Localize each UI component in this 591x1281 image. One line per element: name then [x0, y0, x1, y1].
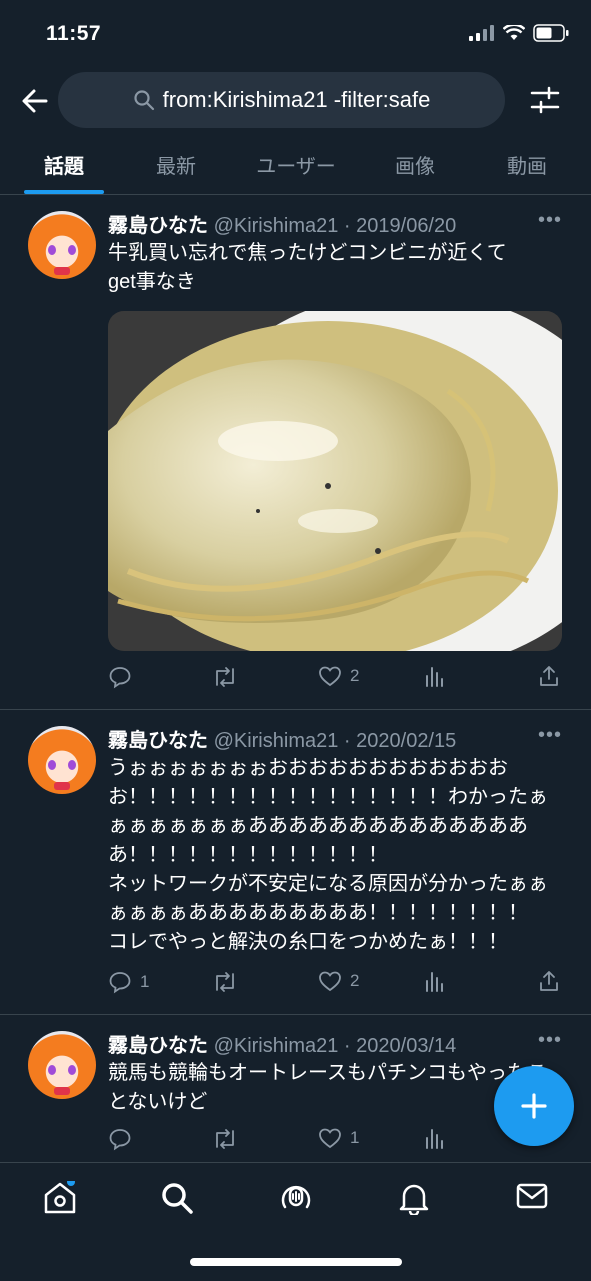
- pasta-photo: [108, 311, 562, 651]
- tab-active-indicator: [24, 190, 104, 194]
- search-filter-button[interactable]: [530, 86, 560, 119]
- analytics-icon: [426, 972, 443, 992]
- reply-icon: [109, 972, 131, 994]
- tweet-date[interactable]: 2019/06/20: [356, 215, 456, 237]
- tweet-actions: 1: [108, 1127, 562, 1157]
- retweet-icon: [216, 972, 234, 992]
- heart-icon: [319, 1128, 341, 1149]
- reply-icon: [109, 1129, 131, 1151]
- home-indicator: [190, 1258, 402, 1266]
- reply-button[interactable]: [108, 1127, 140, 1151]
- status-time: 11:57: [46, 22, 102, 45]
- tweet[interactable]: 霧島ひなた @Kirishima21 · 2020/02/15 ••• うぉぉぉ…: [0, 710, 591, 1015]
- search-tabs: 話題 最新 ユーザー 画像 動画: [0, 140, 591, 195]
- like-button[interactable]: 2: [318, 665, 359, 687]
- retweet-icon: [216, 667, 234, 687]
- like-button[interactable]: 1: [318, 1127, 359, 1149]
- bell-icon: [399, 1184, 429, 1217]
- tweet-header: 霧島ひなた @Kirishima21 · 2020/03/14: [108, 1035, 457, 1057]
- retweet-button[interactable]: [212, 665, 246, 689]
- search-query: from:Kirishima21 -filter:safe: [162, 87, 431, 112]
- plus-icon: [521, 1093, 547, 1119]
- nav-spaces[interactable]: [279, 1181, 313, 1220]
- analytics-icon: [426, 667, 443, 687]
- wifi-icon: [503, 25, 525, 40]
- analytics-icon: [426, 1129, 443, 1149]
- status-icons: [469, 24, 569, 42]
- mail-icon: [516, 1183, 548, 1209]
- reply-button[interactable]: [108, 665, 140, 689]
- compose-tweet-button[interactable]: [494, 1066, 574, 1146]
- reply-button[interactable]: 1: [108, 970, 149, 994]
- tweet-image[interactable]: [108, 311, 562, 651]
- tab-latest[interactable]: 最新: [156, 150, 196, 179]
- search-input[interactable]: from:Kirishima21 -filter:safe: [58, 72, 505, 128]
- analytics-button[interactable]: [424, 665, 446, 687]
- retweet-icon: [216, 1129, 234, 1149]
- author-name[interactable]: 霧島ひなた: [108, 215, 208, 237]
- nav-messages[interactable]: [516, 1181, 548, 1216]
- share-button[interactable]: [538, 970, 560, 992]
- tab-videos[interactable]: 動画: [507, 150, 547, 179]
- share-button[interactable]: [538, 665, 560, 687]
- avatar[interactable]: [28, 726, 96, 794]
- battery-icon: [533, 24, 569, 42]
- author-handle[interactable]: @Kirishima21: [214, 730, 339, 752]
- tweet-text: 競馬も競輪もオートレースもパチンコもやったことないけど: [108, 1062, 547, 1113]
- signal-icon: [469, 25, 494, 41]
- nav-search[interactable]: [160, 1181, 194, 1220]
- more-options-icon[interactable]: •••: [538, 1029, 562, 1052]
- author-name[interactable]: 霧島ひなた: [108, 730, 208, 752]
- analytics-button[interactable]: [424, 970, 446, 992]
- heart-icon: [319, 971, 341, 992]
- author-handle[interactable]: @Kirishima21: [214, 215, 339, 237]
- more-options-icon[interactable]: •••: [538, 209, 562, 232]
- tweet-text: 牛乳買い忘れで焦ったけどコンビニが近くて get事なき: [108, 242, 507, 293]
- more-options-icon[interactable]: •••: [538, 724, 562, 747]
- reply-count: 1: [140, 972, 150, 991]
- tweet-date[interactable]: 2020/02/15: [356, 730, 456, 752]
- retweet-button[interactable]: [212, 1127, 246, 1151]
- share-icon: [540, 666, 558, 686]
- tweet-date[interactable]: 2020/03/14: [356, 1035, 456, 1057]
- back-button[interactable]: [20, 86, 50, 116]
- tab-photos[interactable]: 画像: [395, 150, 435, 179]
- spaces-icon: [281, 1185, 311, 1209]
- like-button[interactable]: 2: [318, 970, 359, 992]
- nav-home[interactable]: [42, 1178, 78, 1220]
- like-count: 1: [350, 1128, 360, 1147]
- nav-notifications[interactable]: [398, 1181, 430, 1220]
- tab-top[interactable]: 話題: [44, 150, 84, 179]
- reply-icon: [109, 667, 131, 689]
- sliders-icon: [530, 86, 560, 114]
- avatar[interactable]: [28, 1031, 96, 1099]
- author-name[interactable]: 霧島ひなた: [108, 1035, 208, 1057]
- avatar[interactable]: [28, 211, 96, 279]
- tweet-header: 霧島ひなた @Kirishima21 · 2019/06/20: [108, 215, 457, 237]
- like-count: 2: [350, 971, 360, 990]
- arrow-left-icon: [22, 89, 48, 113]
- tweet-actions: 1 2: [108, 970, 562, 1000]
- analytics-button[interactable]: [424, 1127, 446, 1149]
- tweet[interactable]: 霧島ひなた @Kirishima21 · 2019/06/20 ••• 牛乳買い…: [0, 195, 591, 710]
- share-icon: [540, 971, 558, 991]
- tab-users[interactable]: ユーザー: [256, 150, 336, 179]
- search-icon: [134, 90, 154, 111]
- home-icon: [44, 1178, 76, 1214]
- tweet-text: うぉぉぉぉぉぉぉおおおおおおおおおおおおお！！！！！！！！！！！！！！！！わかっ…: [108, 757, 548, 953]
- search-icon: [162, 1183, 193, 1214]
- tweet-header: 霧島ひなた @Kirishima21 · 2020/02/15: [108, 730, 457, 752]
- retweet-button[interactable]: [212, 970, 246, 994]
- heart-icon: [319, 666, 341, 687]
- like-count: 2: [350, 666, 360, 685]
- tweet-actions: 2: [108, 665, 562, 695]
- author-handle[interactable]: @Kirishima21: [214, 1035, 339, 1057]
